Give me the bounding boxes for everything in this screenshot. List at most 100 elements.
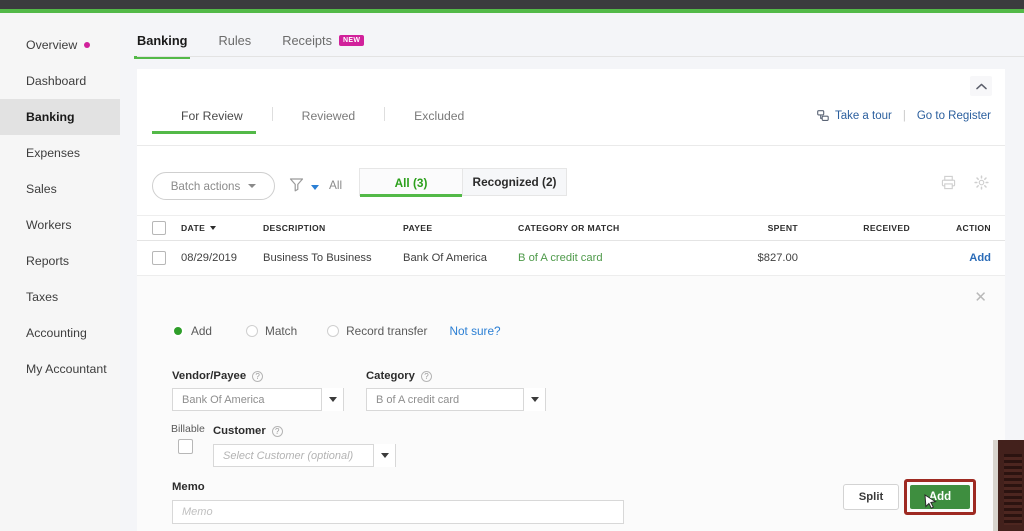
sidebar-item-label: Expenses <box>26 146 81 160</box>
category-label: Category ? <box>366 370 546 382</box>
filter-all-label[interactable]: All <box>329 178 342 192</box>
not-sure-link[interactable]: Not sure? <box>449 324 500 338</box>
segment-all[interactable]: All (3) <box>359 168 463 197</box>
header-link-separator: | <box>902 110 906 122</box>
cell-payee: Bank Of America <box>403 252 487 264</box>
sidebar-item-expenses[interactable]: Expenses <box>0 135 120 171</box>
billable-checkbox[interactable] <box>178 439 193 454</box>
memo-placeholder: Memo <box>182 506 213 518</box>
category-label-text: Category <box>366 370 415 382</box>
sidebar-item-label: Banking <box>26 110 75 124</box>
quickbooks-banking-screen: Overview Dashboard Banking Expenses Sale… <box>0 0 1024 531</box>
table-header: DATE DESCRIPTION PAYEE CATEGORY OR MATCH… <box>137 215 1005 241</box>
radio-label: Match <box>265 324 298 338</box>
billable-label: Billable <box>171 423 205 435</box>
sidebar-item-reports[interactable]: Reports <box>0 243 120 279</box>
customer-input[interactable]: Select Customer (optional) <box>213 444 396 467</box>
go-to-register-link[interactable]: Go to Register <box>917 110 991 122</box>
row-checkbox-cell <box>137 251 181 265</box>
select-all-checkbox[interactable] <box>152 221 166 235</box>
segment-recognized[interactable]: Recognized (2) <box>463 168 567 196</box>
sidebar-item-workers[interactable]: Workers <box>0 207 120 243</box>
radio-match[interactable]: Match <box>246 324 297 338</box>
close-icon[interactable]: ✕ <box>974 290 987 305</box>
column-label: DATE <box>181 223 206 233</box>
sidebar-item-banking[interactable]: Banking <box>0 99 120 135</box>
tab-bar-divider <box>137 56 1024 57</box>
split-button[interactable]: Split <box>843 484 899 510</box>
radio-match-indicator <box>246 325 258 337</box>
overlay-texture <box>1004 454 1022 525</box>
radio-add[interactable]: Add <box>172 324 212 338</box>
sidebar-item-label: Accounting <box>26 326 87 340</box>
sidebar-item-label: Overview <box>26 38 78 52</box>
add-button[interactable]: Add <box>910 485 970 509</box>
radio-label: Record transfer <box>346 324 428 338</box>
cell-category: B of A credit card <box>518 252 603 264</box>
sidebar-item-label: Workers <box>26 218 72 232</box>
take-a-tour-label: Take a tour <box>834 110 892 122</box>
radio-record-transfer-indicator <box>327 325 340 337</box>
help-icon[interactable]: ? <box>420 370 432 382</box>
help-icon[interactable]: ? <box>252 370 264 382</box>
customer-field-group: Customer ? Select Customer (optional) <box>213 425 396 467</box>
column-header-spent[interactable]: SPENT <box>713 223 818 233</box>
chevron-down-icon <box>530 397 539 402</box>
review-tab-divider <box>137 145 1005 146</box>
customer-dropdown-button[interactable] <box>373 444 395 467</box>
category-dropdown-button[interactable] <box>523 388 545 411</box>
category-input[interactable]: B of A credit card <box>366 388 546 411</box>
sidebar-item-overview[interactable]: Overview <box>0 27 120 63</box>
help-icon[interactable]: ? <box>271 425 283 437</box>
table-row[interactable]: 08/29/2019 Business To Business Bank Of … <box>137 241 1005 276</box>
vendor-input[interactable]: Bank Of America <box>172 388 344 411</box>
filter-control[interactable] <box>289 177 319 197</box>
column-header-received[interactable]: RECEIVED <box>818 223 928 233</box>
printer-icon[interactable] <box>941 175 956 195</box>
filter-icon <box>289 177 304 197</box>
cell-description: Business To Business <box>263 252 372 264</box>
radio-record-transfer[interactable]: Record transfer <box>327 324 427 338</box>
memo-field-group: Memo Memo <box>172 481 624 524</box>
left-sidebar: Overview Dashboard Banking Expenses Sale… <box>0 13 120 531</box>
transaction-editor-panel: ✕ Add Match Record transfer Not sure? Ve… <box>137 276 1005 531</box>
tab-reviewed[interactable]: Reviewed <box>273 109 385 134</box>
segment-label: All (3) <box>394 175 428 190</box>
tab-excluded[interactable]: Excluded <box>385 109 493 134</box>
sidebar-item-taxes[interactable]: Taxes <box>0 279 120 315</box>
billable-field-group: Billable <box>171 423 205 459</box>
category-field-group: Category ? B of A credit card <box>366 370 546 411</box>
column-header-description[interactable]: DESCRIPTION <box>263 223 403 233</box>
vendor-value: Bank Of America <box>182 393 265 406</box>
sidebar-item-dashboard[interactable]: Dashboard <box>0 63 120 99</box>
status-segment-tabs: All (3) Recognized (2) <box>359 168 567 197</box>
vendor-dropdown-button[interactable] <box>321 388 343 411</box>
sidebar-item-my-accountant[interactable]: My Accountant <box>0 351 120 387</box>
tab-for-review[interactable]: For Review <box>152 109 272 134</box>
chevron-down-icon <box>380 453 389 458</box>
chevron-down-icon <box>328 397 337 402</box>
memo-input[interactable]: Memo <box>172 500 624 524</box>
sidebar-item-sales[interactable]: Sales <box>0 171 120 207</box>
select-all-checkbox-cell <box>137 221 181 235</box>
customer-label: Customer ? <box>213 425 396 437</box>
chevron-up-icon[interactable] <box>970 76 992 96</box>
batch-actions-button[interactable]: Batch actions <box>152 172 275 200</box>
segment-label: Recognized (2) <box>472 175 557 189</box>
tab-label: For Review <box>181 109 243 123</box>
transactions-card: For Review Reviewed Excluded Take a tour… <box>137 69 1005 531</box>
take-a-tour-link[interactable]: Take a tour <box>817 110 892 122</box>
transactions-toolbar: Batch actions All All (3) Recognized (2) <box>137 163 1005 215</box>
gear-icon[interactable] <box>974 175 989 195</box>
radio-add-indicator <box>172 325 184 337</box>
customer-label-text: Customer <box>213 425 266 437</box>
tab-label: Excluded <box>414 109 465 123</box>
memo-label: Memo <box>172 481 205 493</box>
column-header-payee[interactable]: PAYEE <box>403 223 518 233</box>
row-checkbox[interactable] <box>152 251 166 265</box>
video-overlay-corner <box>993 440 1024 531</box>
sidebar-item-accounting[interactable]: Accounting <box>0 315 120 351</box>
column-header-date[interactable]: DATE <box>181 223 263 233</box>
column-header-category[interactable]: CATEGORY OR MATCH <box>518 223 713 233</box>
row-add-link[interactable]: Add <box>928 252 1005 264</box>
